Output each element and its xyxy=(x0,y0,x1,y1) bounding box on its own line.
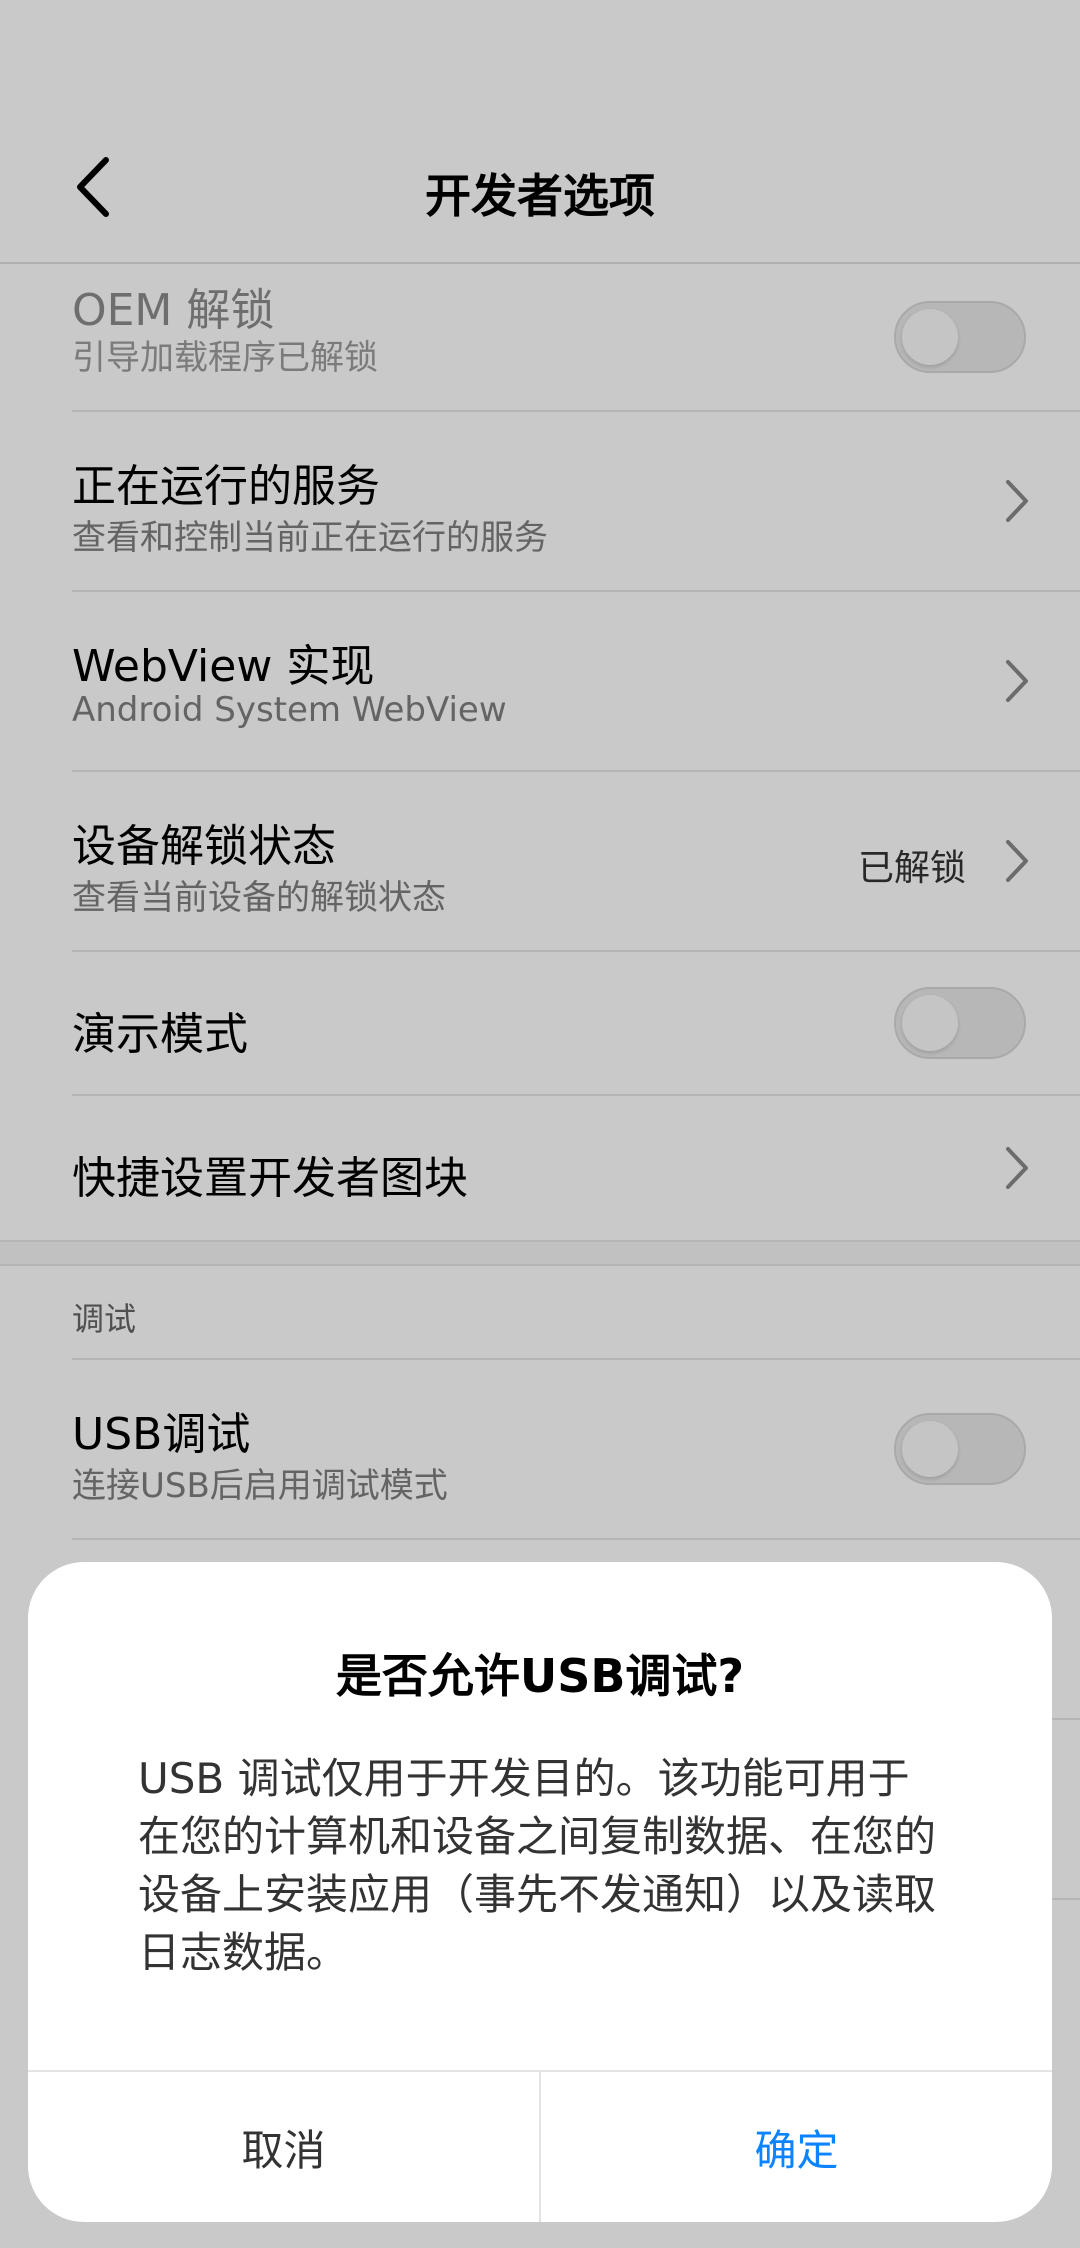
dialog-title: 是否允许USB调试? xyxy=(335,1649,745,1703)
cancel-button[interactable]: 取消 xyxy=(28,2072,541,2222)
dialog-button-bar: 取消 确定 xyxy=(28,2070,1052,2222)
dialog-message: USB 调试仅用于开发目的。该功能可用于在您的计算机和设备之间复制数据、在您的设… xyxy=(138,1754,937,1977)
usb-debug-dialog: 是否允许USB调试? USB 调试仅用于开发目的。该功能可用于在您的计算机和设备… xyxy=(28,1562,1052,2222)
developer-options-page: 晚上8:35 86 开发者选项 OEM 解锁 引导加载程序已解锁 正在运行的服务… xyxy=(0,0,1080,2248)
confirm-button[interactable]: 确定 xyxy=(541,2072,1052,2222)
